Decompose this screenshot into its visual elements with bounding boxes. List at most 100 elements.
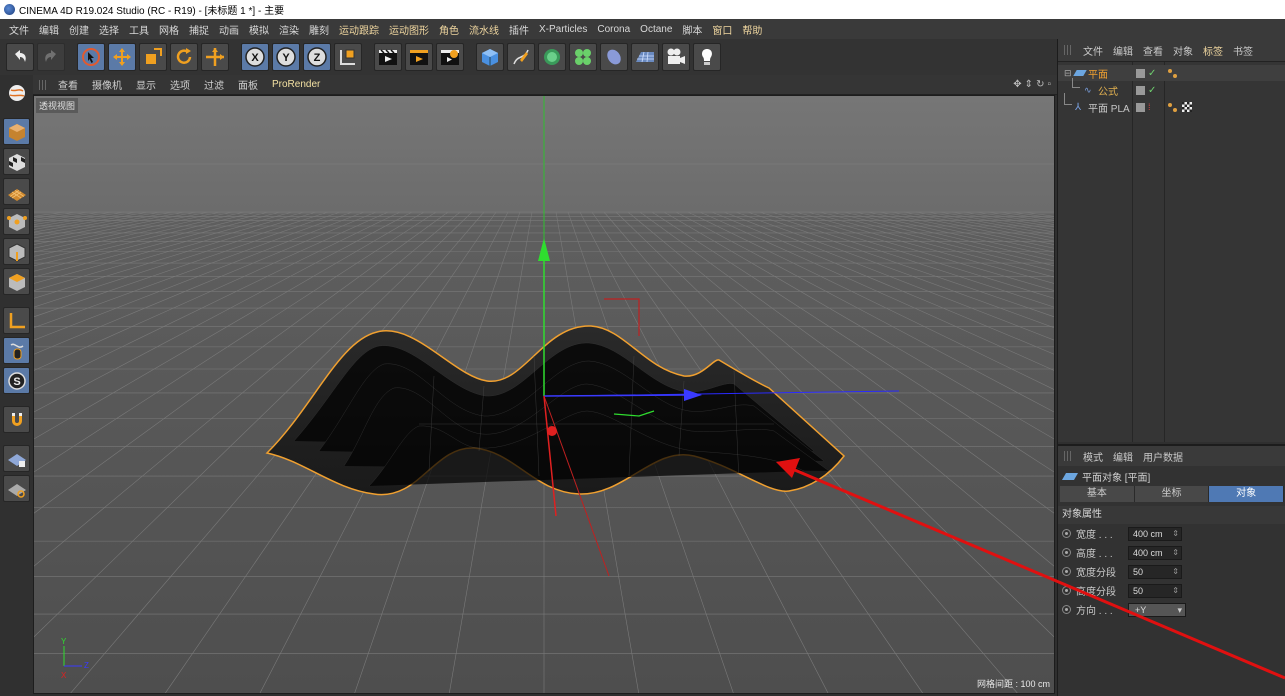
menu-edit[interactable]: 编辑 <box>34 22 64 37</box>
visibility-dot-icon[interactable]: ⁞ <box>1148 102 1151 112</box>
tag-icon[interactable] <box>1168 102 1177 112</box>
object-row-plane-pla[interactable]: ⅄ 平面 PLA ⁞ <box>1058 93 1285 115</box>
coordinate-system-icon[interactable] <box>334 43 362 71</box>
texture-mode-icon[interactable] <box>3 148 30 175</box>
tab-object[interactable]: 对象 <box>1209 486 1285 502</box>
vp-menu-cameras[interactable]: 摄像机 <box>85 77 129 92</box>
live-selection-icon[interactable] <box>77 43 105 71</box>
menu-pipeline[interactable]: 流水线 <box>464 22 504 37</box>
width-field[interactable]: 400 cm <box>1128 526 1182 541</box>
floor-icon[interactable] <box>631 43 659 71</box>
menu-animate[interactable]: 动画 <box>214 22 244 37</box>
om-menu-objects[interactable]: 对象 <box>1168 43 1198 58</box>
lock-workplane-icon[interactable] <box>3 445 30 472</box>
menu-plugins[interactable]: 插件 <box>504 22 534 37</box>
object-row-formula[interactable]: ∿ 公式 ✓ <box>1058 78 1285 98</box>
snap-icon[interactable] <box>3 406 30 433</box>
orientation-select[interactable]: +Y <box>1128 602 1186 617</box>
height-field[interactable]: 400 cm <box>1128 545 1182 560</box>
zoom-icon[interactable]: ⇕ <box>1025 79 1033 90</box>
layer-icon[interactable] <box>1136 102 1145 112</box>
pan-icon[interactable]: ✥ <box>1013 79 1021 90</box>
transform-icon[interactable] <box>201 43 229 71</box>
menu-snap[interactable]: 捕捉 <box>184 22 214 37</box>
cloner-icon[interactable] <box>569 43 597 71</box>
vp-menu-panel[interactable]: 面板 <box>231 77 265 92</box>
menu-file[interactable]: 文件 <box>4 22 34 37</box>
maximize-icon[interactable]: ▫ <box>1047 79 1051 90</box>
model-mode-icon[interactable] <box>3 118 30 145</box>
menu-script[interactable]: 脚本 <box>677 22 707 37</box>
animate-radio-icon[interactable] <box>1062 567 1071 576</box>
globe-icon[interactable] <box>3 79 30 106</box>
vp-menu-options[interactable]: 选项 <box>163 77 197 92</box>
attr-menu-edit[interactable]: 编辑 <box>1108 449 1138 464</box>
om-menu-edit[interactable]: 编辑 <box>1108 43 1138 58</box>
layer-icon[interactable] <box>1136 68 1145 78</box>
om-menu-view[interactable]: 查看 <box>1138 43 1168 58</box>
deformer-icon[interactable] <box>600 43 628 71</box>
texture-tag-icon[interactable] <box>1182 102 1192 112</box>
cube-icon[interactable] <box>476 43 504 71</box>
render-settings-icon[interactable] <box>436 43 464 71</box>
menu-mograph[interactable]: 运动图形 <box>384 22 434 37</box>
pen-icon[interactable] <box>507 43 535 71</box>
menu-simulate[interactable]: 模拟 <box>244 22 274 37</box>
edge-mode-icon[interactable] <box>3 238 30 265</box>
solo-mode-icon[interactable]: S <box>3 367 30 394</box>
vp-menu-prorender[interactable]: ProRender <box>265 79 327 90</box>
animate-radio-icon[interactable] <box>1062 605 1071 614</box>
planar-workplane-icon[interactable] <box>3 475 30 502</box>
menu-render[interactable]: 渲染 <box>274 22 304 37</box>
render-view-icon[interactable] <box>374 43 402 71</box>
vp-menu-display[interactable]: 显示 <box>129 77 163 92</box>
menu-character[interactable]: 角色 <box>434 22 464 37</box>
subdivision-icon[interactable] <box>538 43 566 71</box>
object-name[interactable]: 公式 <box>1098 83 1118 98</box>
menu-help[interactable]: 帮助 <box>737 22 767 37</box>
vp-menu-view[interactable]: 查看 <box>51 77 85 92</box>
orbit-icon[interactable]: ↻ <box>1036 79 1044 90</box>
menu-sculpt[interactable]: 雕刻 <box>304 22 334 37</box>
light-icon[interactable] <box>693 43 721 71</box>
animate-radio-icon[interactable] <box>1062 548 1071 557</box>
perspective-viewport[interactable]: Y Z X 透视视图 网格间距 : 100 cm <box>33 95 1055 694</box>
width-segments-field[interactable]: 50 <box>1128 564 1182 579</box>
menu-tools[interactable]: 工具 <box>124 22 154 37</box>
tag-icon[interactable] <box>1168 68 1177 78</box>
animate-radio-icon[interactable] <box>1062 586 1071 595</box>
menu-corona[interactable]: Corona <box>592 24 635 35</box>
om-menu-file[interactable]: 文件 <box>1078 43 1108 58</box>
vp-menu-filter[interactable]: 过滤 <box>197 77 231 92</box>
move-icon[interactable] <box>108 43 136 71</box>
menu-window[interactable]: 窗口 <box>707 22 737 37</box>
om-menu-bookmarks[interactable]: 书签 <box>1228 43 1258 58</box>
polygon-mode-icon[interactable] <box>3 268 30 295</box>
check-icon[interactable]: ✓ <box>1148 85 1156 96</box>
axis-mode-icon[interactable] <box>3 307 30 334</box>
animate-radio-icon[interactable] <box>1062 529 1071 538</box>
collapse-icon[interactable]: ⊟ <box>1064 68 1072 79</box>
om-menu-tags[interactable]: 标签 <box>1198 43 1228 58</box>
redo-icon[interactable] <box>37 43 65 71</box>
tab-basic[interactable]: 基本 <box>1060 486 1135 502</box>
menu-mesh[interactable]: 网格 <box>154 22 184 37</box>
layer-icon[interactable] <box>1136 85 1145 95</box>
menu-select[interactable]: 选择 <box>94 22 124 37</box>
attr-menu-mode[interactable]: 模式 <box>1078 449 1108 464</box>
menu-octane[interactable]: Octane <box>635 24 677 35</box>
tab-coordinates[interactable]: 坐标 <box>1134 486 1210 502</box>
object-name[interactable]: 平面 <box>1088 66 1108 81</box>
undo-icon[interactable] <box>6 43 34 71</box>
z-axis-icon[interactable]: Z <box>303 43 331 71</box>
height-segments-field[interactable]: 50 <box>1128 583 1182 598</box>
menu-x-particles[interactable]: X-Particles <box>534 24 592 35</box>
rotate-icon[interactable] <box>170 43 198 71</box>
workplane-icon[interactable] <box>3 178 30 205</box>
render-picture-viewer-icon[interactable] <box>405 43 433 71</box>
object-name[interactable]: 平面 PLA <box>1088 100 1130 115</box>
x-axis-icon[interactable]: X <box>241 43 269 71</box>
menu-motion-tracking[interactable]: 运动跟踪 <box>334 22 384 37</box>
object-row-plane[interactable]: ⊟ 平面 ✓ <box>1058 65 1285 81</box>
camera-icon[interactable] <box>662 43 690 71</box>
